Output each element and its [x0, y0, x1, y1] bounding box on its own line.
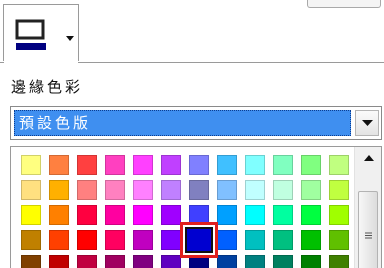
color-swatch[interactable] [21, 155, 41, 175]
color-swatch[interactable] [105, 230, 125, 250]
tab-strip [0, 0, 384, 63]
color-grid [10, 146, 382, 268]
color-swatch[interactable] [245, 255, 265, 268]
color-swatch[interactable] [21, 205, 41, 225]
color-swatch[interactable] [21, 255, 41, 268]
palette-select[interactable]: 預設色版 [10, 106, 382, 140]
color-swatch[interactable] [329, 255, 349, 268]
section-label: 邊緣色彩 [11, 78, 84, 96]
color-swatch[interactable] [273, 230, 293, 250]
chevron-down-icon [362, 120, 373, 126]
line-color-button[interactable] [3, 4, 79, 63]
color-swatch[interactable] [245, 155, 265, 175]
color-swatch[interactable] [217, 255, 237, 268]
color-swatch[interactable] [161, 230, 181, 250]
color-swatch[interactable] [21, 180, 41, 200]
color-swatch[interactable] [273, 155, 293, 175]
color-swatch[interactable] [49, 205, 69, 225]
color-swatch[interactable] [105, 155, 125, 175]
color-swatch[interactable] [301, 255, 321, 268]
scroll-up-icon[interactable] [364, 155, 374, 162]
color-swatch[interactable] [301, 155, 321, 175]
selected-color-fill [185, 227, 213, 253]
color-swatch[interactable] [49, 230, 69, 250]
color-swatch[interactable] [77, 230, 97, 250]
color-swatch[interactable] [49, 155, 69, 175]
color-swatch[interactable] [301, 230, 321, 250]
color-swatch[interactable] [77, 155, 97, 175]
scrollbar[interactable] [354, 147, 381, 268]
color-swatch[interactable] [161, 180, 181, 200]
color-swatch[interactable] [49, 255, 69, 268]
color-swatch[interactable] [301, 180, 321, 200]
color-swatch[interactable] [133, 180, 153, 200]
scroll-grip-icon [365, 232, 372, 239]
color-swatch[interactable] [133, 155, 153, 175]
color-swatch[interactable] [189, 180, 209, 200]
color-swatch[interactable] [77, 255, 97, 268]
color-swatch[interactable] [49, 180, 69, 200]
color-swatch[interactable] [217, 205, 237, 225]
palette-select-dropdown-button[interactable] [355, 110, 379, 136]
color-swatch[interactable] [133, 255, 153, 268]
color-swatch[interactable] [133, 205, 153, 225]
color-swatch[interactable] [161, 155, 181, 175]
color-swatch[interactable] [105, 205, 125, 225]
palette-select-value[interactable]: 預設色版 [14, 110, 351, 136]
color-swatch[interactable] [161, 255, 181, 268]
color-swatch-selected[interactable] [180, 222, 218, 258]
color-swatch[interactable] [217, 155, 237, 175]
chevron-down-icon[interactable] [66, 36, 74, 42]
scroll-thumb[interactable] [358, 191, 378, 268]
color-swatch[interactable] [217, 180, 237, 200]
color-swatch[interactable] [77, 205, 97, 225]
color-swatch[interactable] [77, 180, 97, 200]
color-swatch[interactable] [245, 205, 265, 225]
line-color-icon [15, 19, 46, 50]
color-swatch[interactable] [273, 180, 293, 200]
color-swatch[interactable] [105, 255, 125, 268]
color-swatch[interactable] [105, 180, 125, 200]
color-swatch[interactable] [273, 255, 293, 268]
color-swatch[interactable] [329, 205, 349, 225]
line-color-panel: 邊緣色彩 預設色版 [0, 0, 384, 268]
color-swatch[interactable] [21, 230, 41, 250]
color-swatch[interactable] [161, 205, 181, 225]
color-swatch[interactable] [245, 230, 265, 250]
color-swatch[interactable] [329, 180, 349, 200]
color-swatch[interactable] [245, 180, 265, 200]
color-swatch[interactable] [217, 230, 237, 250]
color-swatch[interactable] [273, 205, 293, 225]
color-swatch[interactable] [301, 205, 321, 225]
color-swatch[interactable] [329, 230, 349, 250]
color-swatch[interactable] [133, 230, 153, 250]
color-swatch[interactable] [189, 155, 209, 175]
color-swatch[interactable] [329, 155, 349, 175]
